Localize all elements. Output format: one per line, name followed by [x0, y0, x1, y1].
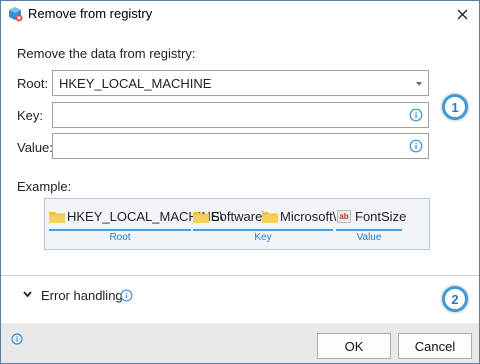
info-icon[interactable] [11, 333, 23, 345]
root-dropdown[interactable]: HKEY_LOCAL_MACHINE [52, 70, 429, 96]
example-key-text-2: Microsoft\ [280, 209, 337, 224]
root-label: Root: [17, 76, 49, 91]
dropdown-caret-icon [416, 82, 422, 86]
chevron-down-icon [23, 291, 32, 298]
info-icon[interactable] [409, 108, 423, 122]
example-key-segment: Software\ Microsoft\ Key [193, 207, 337, 243]
key-input[interactable] [52, 102, 429, 128]
example-root-underline [49, 229, 191, 231]
close-button[interactable] [451, 4, 473, 24]
example-value-underline [336, 229, 402, 231]
section-label: Remove the data from registry: [17, 46, 196, 61]
ok-button[interactable]: OK [317, 333, 391, 359]
app-icon [9, 7, 23, 22]
folder-icon [262, 212, 278, 223]
example-value-caption: Value [356, 232, 382, 243]
example-value-segment: ab FontSize Value [336, 207, 406, 243]
error-handling-label: Error handling [41, 288, 123, 303]
folder-icon [49, 212, 65, 223]
root-selected-value: HKEY_LOCAL_MACHINE [59, 76, 212, 91]
folder-icon [193, 212, 209, 223]
key-label: Key: [17, 108, 44, 123]
value-input[interactable] [52, 133, 429, 159]
cancel-button[interactable]: Cancel [398, 333, 472, 359]
example-root-caption: Root [109, 232, 131, 243]
example-root-segment: HKEY_LOCAL_MACHINE\ Root [49, 207, 223, 243]
example-box: HKEY_LOCAL_MACHINE\ Root Software\ Micro… [44, 198, 430, 250]
example-key-caption: Key [254, 232, 272, 243]
remove-from-registry-dialog: Remove from registry Remove the data fro… [0, 0, 480, 364]
title-bar: Remove from registry [1, 1, 479, 27]
example-key-underline [193, 229, 333, 231]
section-divider [1, 275, 479, 276]
dialog-title: Remove from registry [28, 6, 153, 21]
step-badge-1: 1 [442, 94, 468, 120]
info-icon[interactable] [409, 139, 423, 153]
value-label: Value: [17, 140, 53, 155]
close-icon [457, 9, 467, 19]
string-value-icon: ab [337, 210, 351, 223]
step-badge-2: 2 [442, 286, 468, 312]
example-value-text: FontSize [355, 209, 407, 224]
example-label: Example: [17, 179, 72, 194]
info-icon[interactable] [120, 289, 133, 302]
example-key-text-1: Software\ [211, 209, 266, 224]
